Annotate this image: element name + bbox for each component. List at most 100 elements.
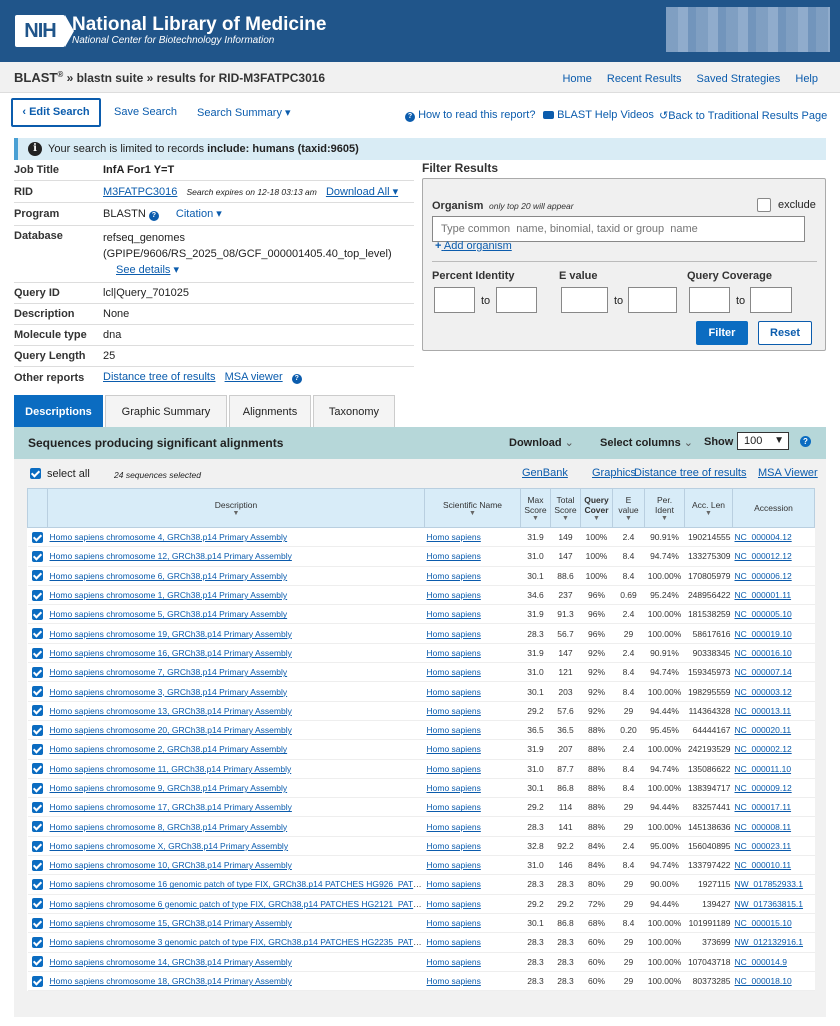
description-link[interactable]: Homo sapiens chromosome 14, GRCh38.p14 P… xyxy=(50,957,292,967)
col-accession[interactable]: Accession xyxy=(732,488,815,528)
nih-logo[interactable]: NIH xyxy=(15,15,74,47)
percent-identity-min-input[interactable] xyxy=(434,287,475,313)
description-link[interactable]: Homo sapiens chromosome 16 genomic patch… xyxy=(50,879,425,889)
row-checkbox[interactable] xyxy=(32,589,43,601)
scientific-name-link[interactable]: Homo sapiens xyxy=(427,648,481,658)
description-link[interactable]: Homo sapiens chromosome 7, GRCh38.p14 Pr… xyxy=(50,667,288,677)
accession-link[interactable]: NW_012132916.1 xyxy=(735,937,804,947)
row-checkbox[interactable] xyxy=(32,666,43,678)
search-summary-dropdown[interactable]: Search Summary ▾ xyxy=(197,106,291,119)
description-link[interactable]: Homo sapiens chromosome 20, GRCh38.p14 P… xyxy=(50,725,292,735)
accession-link[interactable]: NC_000015.10 xyxy=(735,918,792,928)
description-link[interactable]: Homo sapiens chromosome 6 genomic patch … xyxy=(50,899,425,909)
row-checkbox[interactable] xyxy=(32,628,43,640)
scientific-name-link[interactable]: Homo sapiens xyxy=(427,937,481,947)
col-acc-len[interactable]: Acc. Len ▼ xyxy=(684,488,733,528)
accession-link[interactable]: NC_000012.12 xyxy=(735,551,792,561)
scientific-name-link[interactable]: Homo sapiens xyxy=(427,590,481,600)
nav-recent-results[interactable]: Recent Results xyxy=(607,73,682,85)
tab-graphic-summary[interactable]: Graphic Summary xyxy=(105,395,227,427)
row-checkbox[interactable] xyxy=(32,801,43,813)
question-circle-icon[interactable]: ? xyxy=(800,436,811,447)
query-coverage-min-input[interactable] xyxy=(689,287,730,313)
row-checkbox[interactable] xyxy=(32,724,43,736)
accession-link[interactable]: NC_000010.11 xyxy=(735,860,792,870)
organism-input[interactable] xyxy=(432,216,805,242)
accession-link[interactable]: NC_000001.11 xyxy=(735,590,792,600)
distance-tree-results-link[interactable]: Distance tree of results xyxy=(634,467,747,479)
scientific-name-link[interactable]: Homo sapiens xyxy=(427,841,481,851)
accession-link[interactable]: NC_000005.10 xyxy=(735,609,792,619)
distance-tree-link[interactable]: Distance tree of results xyxy=(103,371,216,383)
site-title[interactable]: National Library of Medicine xyxy=(72,14,326,36)
col-per-ident[interactable]: Per. Ident ▼ xyxy=(644,488,685,528)
row-checkbox[interactable] xyxy=(32,744,43,756)
nav-saved-strategies[interactable]: Saved Strategies xyxy=(697,73,781,85)
description-link[interactable]: Homo sapiens chromosome 11, GRCh38.p14 P… xyxy=(50,764,292,774)
accession-link[interactable]: NC_000007.14 xyxy=(735,667,792,677)
scientific-name-link[interactable]: Homo sapiens xyxy=(427,744,481,754)
row-checkbox[interactable] xyxy=(32,956,43,968)
row-checkbox[interactable] xyxy=(32,647,43,659)
scientific-name-link[interactable]: Homo sapiens xyxy=(427,667,481,677)
e-value-max-input[interactable] xyxy=(628,287,677,313)
accession-link[interactable]: NC_000016.10 xyxy=(735,648,792,658)
scientific-name-link[interactable]: Homo sapiens xyxy=(427,706,481,716)
accession-link[interactable]: NW_017852933.1 xyxy=(735,879,804,889)
graphics-link[interactable]: Graphics xyxy=(592,467,636,479)
rid-link[interactable]: M3FATPC3016 xyxy=(103,186,177,198)
user-account-area[interactable] xyxy=(666,7,830,52)
msa-viewer-results-link[interactable]: MSA Viewer xyxy=(758,467,818,479)
accession-link[interactable]: NC_000019.10 xyxy=(735,629,792,639)
select-all-label[interactable]: select all xyxy=(47,468,90,480)
save-search-link[interactable]: Save Search xyxy=(114,106,177,118)
scientific-name-link[interactable]: Homo sapiens xyxy=(427,609,481,619)
accession-link[interactable]: NC_000006.12 xyxy=(735,571,792,581)
col-description[interactable]: Description ▼ xyxy=(47,488,425,528)
accession-link[interactable]: NC_000017.11 xyxy=(735,802,792,812)
e-value-min-input[interactable] xyxy=(561,287,608,313)
percent-identity-max-input[interactable] xyxy=(496,287,537,313)
description-link[interactable]: Homo sapiens chromosome 16, GRCh38.p14 P… xyxy=(50,648,292,658)
accession-link[interactable]: NC_000002.12 xyxy=(735,744,792,754)
scientific-name-link[interactable]: Homo sapiens xyxy=(427,571,481,581)
row-checkbox[interactable] xyxy=(32,705,43,717)
scientific-name-link[interactable]: Homo sapiens xyxy=(427,976,481,986)
accession-link[interactable]: NC_000018.10 xyxy=(735,976,792,986)
accession-link[interactable]: NC_000009.12 xyxy=(735,783,792,793)
description-link[interactable]: Homo sapiens chromosome 3, GRCh38.p14 Pr… xyxy=(50,687,288,697)
description-link[interactable]: Homo sapiens chromosome 1, GRCh38.p14 Pr… xyxy=(50,590,288,600)
scientific-name-link[interactable]: Homo sapiens xyxy=(427,551,481,561)
select-columns-dropdown[interactable]: Select columns ⌄ xyxy=(600,436,693,449)
description-link[interactable]: Homo sapiens chromosome 9, GRCh38.p14 Pr… xyxy=(50,783,288,793)
citation-dropdown[interactable]: Citation ▾ xyxy=(176,208,222,220)
scientific-name-link[interactable]: Homo sapiens xyxy=(427,879,481,889)
description-link[interactable]: Homo sapiens chromosome 10, GRCh38.p14 P… xyxy=(50,860,292,870)
scientific-name-link[interactable]: Homo sapiens xyxy=(427,687,481,697)
row-checkbox[interactable] xyxy=(32,551,43,563)
row-checkbox[interactable] xyxy=(32,531,43,543)
filter-button[interactable]: Filter xyxy=(696,321,748,345)
col-query-cover[interactable]: Query Cover ▼ xyxy=(580,488,613,528)
description-link[interactable]: Homo sapiens chromosome 18, GRCh38.p14 P… xyxy=(50,976,292,986)
accession-link[interactable]: NC_000020.11 xyxy=(735,725,792,735)
scientific-name-link[interactable]: Homo sapiens xyxy=(427,532,481,542)
download-all-dropdown[interactable]: Download All ▾ xyxy=(326,186,398,198)
question-circle-icon[interactable]: ? xyxy=(291,374,302,384)
description-link[interactable]: Homo sapiens chromosome 2, GRCh38.p14 Pr… xyxy=(50,744,288,754)
description-link[interactable]: Homo sapiens chromosome 4, GRCh38.p14 Pr… xyxy=(50,532,288,542)
question-circle-icon[interactable]: ? xyxy=(148,211,159,221)
scientific-name-link[interactable]: Homo sapiens xyxy=(427,725,481,735)
download-dropdown[interactable]: Download ⌄ xyxy=(509,436,574,449)
description-link[interactable]: Homo sapiens chromosome 5, GRCh38.p14 Pr… xyxy=(50,609,288,619)
row-checkbox[interactable] xyxy=(32,608,43,620)
description-link[interactable]: Homo sapiens chromosome 12, GRCh38.p14 P… xyxy=(50,551,292,561)
col-scientific-name[interactable]: Scientific Name ▼ xyxy=(424,488,521,528)
accession-link[interactable]: NC_000023.11 xyxy=(735,841,792,851)
accession-link[interactable]: NC_000013.11 xyxy=(735,706,792,716)
exclude-checkbox[interactable] xyxy=(757,198,771,212)
tab-alignments[interactable]: Alignments xyxy=(229,395,311,427)
msa-viewer-link[interactable]: MSA viewer xyxy=(225,371,283,383)
description-link[interactable]: Homo sapiens chromosome 6, GRCh38.p14 Pr… xyxy=(50,571,288,581)
description-link[interactable]: Homo sapiens chromosome X, GRCh38.p14 Pr… xyxy=(50,841,289,851)
